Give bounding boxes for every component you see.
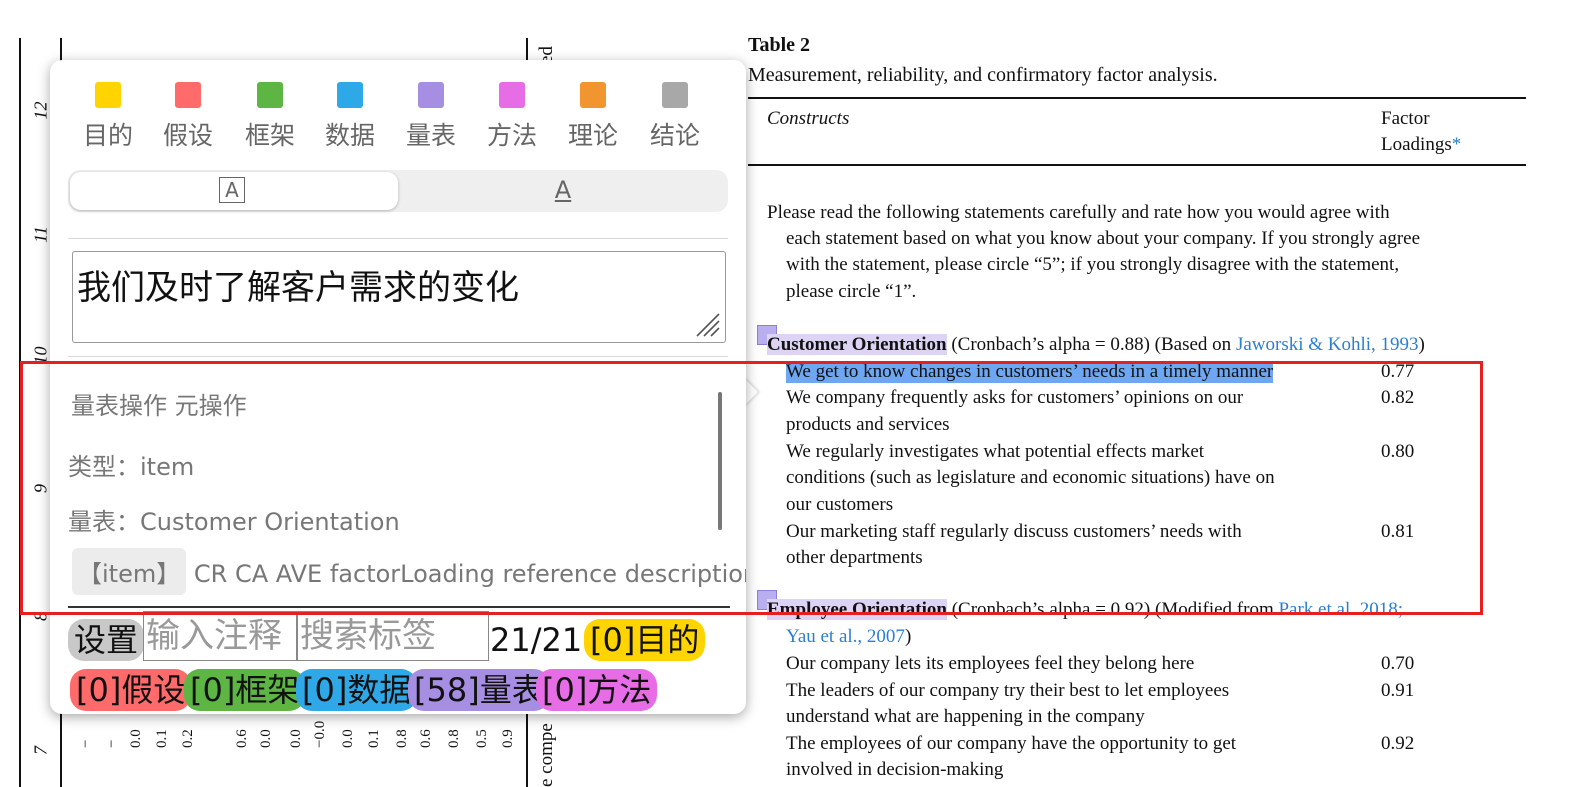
category-label: 假设 bbox=[162, 121, 213, 150]
bottom-tick-label: − bbox=[104, 739, 120, 748]
category-swatch[interactable] bbox=[337, 82, 363, 108]
bottom-tick-label: 0.2 bbox=[180, 729, 196, 748]
category-swatch[interactable] bbox=[257, 82, 283, 108]
category-label: 结论 bbox=[649, 121, 700, 150]
axis-label: 12 bbox=[30, 101, 51, 120]
bottom-tick-label: 0.6 bbox=[234, 729, 250, 748]
bottom-tick-label: 0.8 bbox=[394, 729, 410, 748]
factor-loading: 0.70 bbox=[1381, 653, 1415, 674]
table-row-text: understand what are happening in the com… bbox=[786, 706, 1145, 727]
bottom-tick-label: 0.0 bbox=[340, 729, 356, 748]
table-top-rule bbox=[748, 97, 1526, 99]
bottom-tick-label: 0.6 bbox=[418, 729, 434, 748]
category-label: 框架 bbox=[244, 121, 295, 150]
style-toggle: A A bbox=[68, 170, 728, 212]
underline-style-icon[interactable]: A bbox=[548, 176, 578, 204]
tag-chip-data[interactable]: [0]数据 bbox=[296, 669, 418, 711]
instruction-line: each statement based on what you know ab… bbox=[786, 228, 1421, 249]
bottom-tick-label: 0.0 bbox=[288, 729, 304, 748]
citation-link[interactable]: Yau et al., 2007 bbox=[786, 626, 905, 647]
tag-chip-method[interactable]: [0]方法 bbox=[536, 669, 658, 711]
highlight-style-icon[interactable]: A bbox=[219, 177, 245, 203]
category-7[interactable]: 结论 bbox=[635, 82, 715, 152]
category-label: 目的 bbox=[82, 121, 133, 150]
table-row-text: Our company lets its employees feel they… bbox=[786, 653, 1195, 674]
bottom-tick-label: − bbox=[78, 739, 94, 748]
highlight-region-box bbox=[20, 361, 1483, 615]
citation-link[interactable]: Jaworski & Kohli, 1993 bbox=[1236, 334, 1419, 355]
category-label: 方法 bbox=[486, 121, 537, 150]
table-header-rule bbox=[748, 164, 1526, 166]
category-label: 数据 bbox=[324, 121, 375, 150]
citation-continued: Yau et al., 2007) bbox=[786, 626, 912, 647]
table-row-text: The leaders of our company try their bes… bbox=[786, 680, 1230, 701]
divider bbox=[68, 356, 728, 357]
tag-chip-scale[interactable]: [58]量表 bbox=[408, 669, 550, 711]
category-5[interactable]: 方法 bbox=[472, 82, 552, 152]
factor-loading: 0.91 bbox=[1381, 680, 1415, 701]
instruction-line: please circle “1”. bbox=[786, 281, 917, 302]
bottom-tick-label: 0.1 bbox=[154, 729, 170, 748]
category-swatch[interactable] bbox=[175, 82, 201, 108]
category-label: 理论 bbox=[567, 121, 618, 150]
counter: 21/21 bbox=[490, 621, 583, 659]
instruction-line: Please read the following statements car… bbox=[767, 202, 1390, 223]
search-tags-input[interactable]: 搜索标签 bbox=[297, 611, 489, 661]
category-4[interactable]: 量表 bbox=[391, 82, 471, 152]
column-header-loadings: Loadings* bbox=[1381, 134, 1462, 155]
bottom-tick-label: −0.0 bbox=[312, 720, 328, 748]
column-header-constructs: Constructs bbox=[767, 108, 850, 129]
annotation-input[interactable]: 输入注释 bbox=[143, 611, 297, 661]
bottom-tick-label: 0.1 bbox=[366, 729, 382, 748]
category-0[interactable]: 目的 bbox=[68, 82, 148, 152]
axis-label: 11 bbox=[30, 226, 51, 243]
category-6[interactable]: 理论 bbox=[553, 82, 633, 152]
table-row-text: The employees of our company have the op… bbox=[786, 733, 1237, 754]
divider bbox=[68, 238, 728, 239]
category-2[interactable]: 框架 bbox=[230, 82, 310, 152]
bottom-tick-label: 0.9 bbox=[500, 729, 516, 748]
category-1[interactable]: 假设 bbox=[148, 82, 228, 152]
rotated-heading-bottom: e compe bbox=[536, 723, 557, 787]
tag-chip-purpose[interactable]: [0]目的 bbox=[584, 619, 706, 661]
category-swatch[interactable] bbox=[418, 82, 444, 108]
bottom-tick-label: 0.8 bbox=[446, 729, 462, 748]
resize-grip-icon[interactable] bbox=[695, 312, 721, 338]
category-3[interactable]: 数据 bbox=[310, 82, 390, 152]
axis-label: 7 bbox=[30, 746, 51, 755]
bottom-tick-label: 0.5 bbox=[474, 729, 490, 748]
annotation-text: 我们及时了解客户需求的变化 bbox=[77, 268, 519, 308]
bottom-tick-label: 0.0 bbox=[128, 729, 144, 748]
category-label: 量表 bbox=[405, 121, 456, 150]
section-heading-customer-orientation: Customer Orientation (Cronbach’s alpha =… bbox=[767, 334, 1425, 355]
column-header-factor: Factor bbox=[1381, 108, 1430, 129]
table-title: Table 2 bbox=[748, 34, 811, 56]
category-swatch[interactable] bbox=[95, 82, 121, 108]
table-row-text: involved in decision-making bbox=[786, 759, 1004, 780]
tag-chip-framework[interactable]: [0]框架 bbox=[184, 669, 306, 711]
bottom-tick-label: 0.0 bbox=[258, 729, 274, 748]
category-swatch[interactable] bbox=[662, 82, 688, 108]
annotation-textarea[interactable]: 我们及时了解客户需求的变化 bbox=[72, 251, 726, 343]
factor-loading: 0.92 bbox=[1381, 733, 1415, 754]
category-swatch[interactable] bbox=[580, 82, 606, 108]
instruction-line: with the statement, please circle “5”; i… bbox=[786, 254, 1400, 275]
category-swatch[interactable] bbox=[499, 82, 525, 108]
settings-button[interactable]: 设置 bbox=[68, 619, 145, 661]
tag-chip-hypothesis[interactable]: [0]假设 bbox=[70, 669, 192, 711]
table-caption: Measurement, reliability, and confirmato… bbox=[748, 64, 1218, 86]
